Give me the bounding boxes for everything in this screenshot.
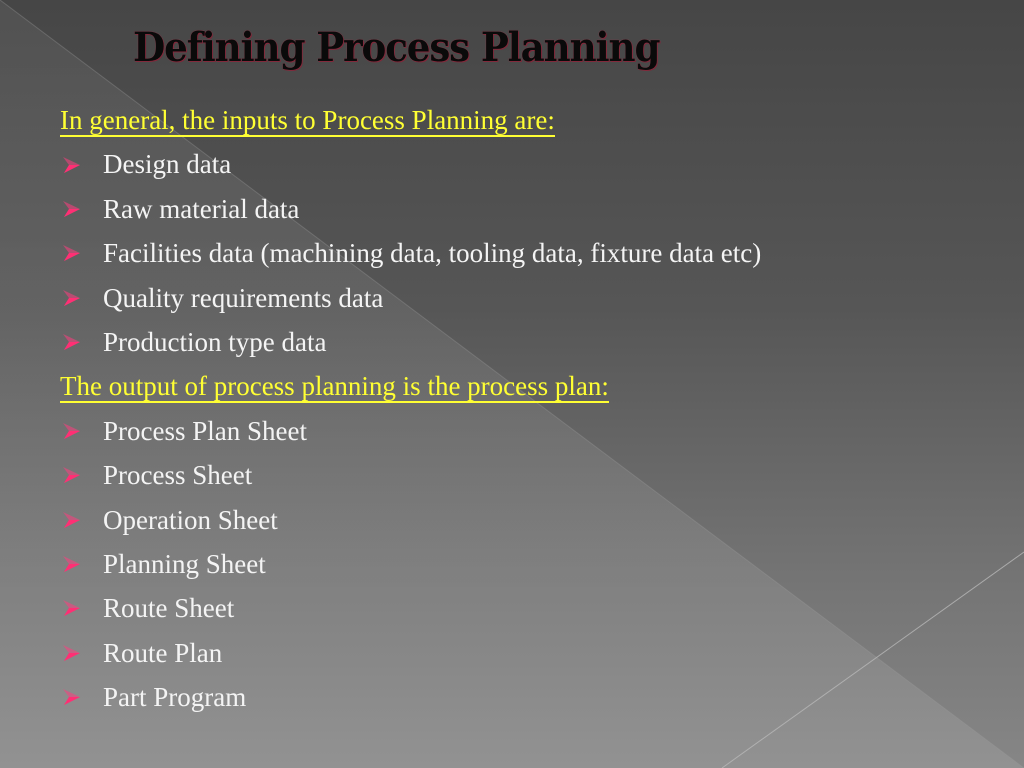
list-item-text: Route Plan xyxy=(103,637,223,668)
arrowhead-bullet-icon xyxy=(63,334,80,351)
list-item-text: Process Sheet xyxy=(103,460,253,491)
slide-title: Defining Process Planning xyxy=(133,24,660,71)
list-item-text: Design data xyxy=(103,149,232,180)
list-item-text: Process Plan Sheet xyxy=(103,415,307,446)
arrowhead-bullet-icon xyxy=(63,511,80,528)
list-item: Facilities data (machining data, tooling… xyxy=(60,231,980,275)
list-item-text: Planning Sheet xyxy=(103,548,266,579)
arrowhead-bullet-icon xyxy=(63,556,80,573)
arrowhead-bullet-icon xyxy=(63,600,80,617)
list-item-text: Quality requirements data xyxy=(103,282,384,313)
arrowhead-bullet-icon xyxy=(63,156,80,173)
list-item: Raw material data xyxy=(60,187,980,231)
list-item-text: Route Sheet xyxy=(103,593,235,624)
list-item: Planning Sheet xyxy=(60,542,980,586)
list-item: Operation Sheet xyxy=(60,498,980,542)
list-item: Process Sheet xyxy=(60,453,980,497)
arrowhead-bullet-icon xyxy=(63,245,80,262)
slide-body: In general, the inputs to Process Planni… xyxy=(60,98,980,719)
outputs-section: The output of process planning is the pr… xyxy=(60,364,980,719)
inputs-list: Design data Raw material data Facilities… xyxy=(60,142,980,364)
outputs-heading-text: The output of process planning is the pr… xyxy=(60,371,609,404)
arrowhead-bullet-icon xyxy=(63,467,80,484)
list-item-text: Part Program xyxy=(103,682,247,713)
outputs-heading: The output of process planning is the pr… xyxy=(60,364,609,408)
arrowhead-bullet-icon xyxy=(63,200,80,217)
list-item: Part Program xyxy=(60,675,980,719)
list-item-text: Operation Sheet xyxy=(103,504,278,535)
list-item: Process Plan Sheet xyxy=(60,409,980,453)
list-item: Design data xyxy=(60,142,980,186)
arrowhead-bullet-icon xyxy=(63,289,80,306)
list-item: Route Plan xyxy=(60,631,980,675)
inputs-section: In general, the inputs to Process Planni… xyxy=(60,98,980,364)
arrowhead-bullet-icon xyxy=(63,644,80,661)
list-item-text: Raw material data xyxy=(103,193,300,224)
arrowhead-bullet-icon xyxy=(63,422,80,439)
inputs-heading: In general, the inputs to Process Planni… xyxy=(60,98,555,142)
list-item-text: Facilities data (machining data, tooling… xyxy=(103,238,762,269)
list-item: Production type data xyxy=(60,320,980,364)
inputs-heading-text: In general, the inputs to Process Planni… xyxy=(60,105,555,137)
arrowhead-bullet-icon xyxy=(63,689,80,706)
list-item: Route Sheet xyxy=(60,586,980,630)
list-item-text: Production type data xyxy=(103,326,327,357)
outputs-list: Process Plan Sheet Process Sheet Operati… xyxy=(60,409,980,720)
list-item: Quality requirements data xyxy=(60,276,980,320)
